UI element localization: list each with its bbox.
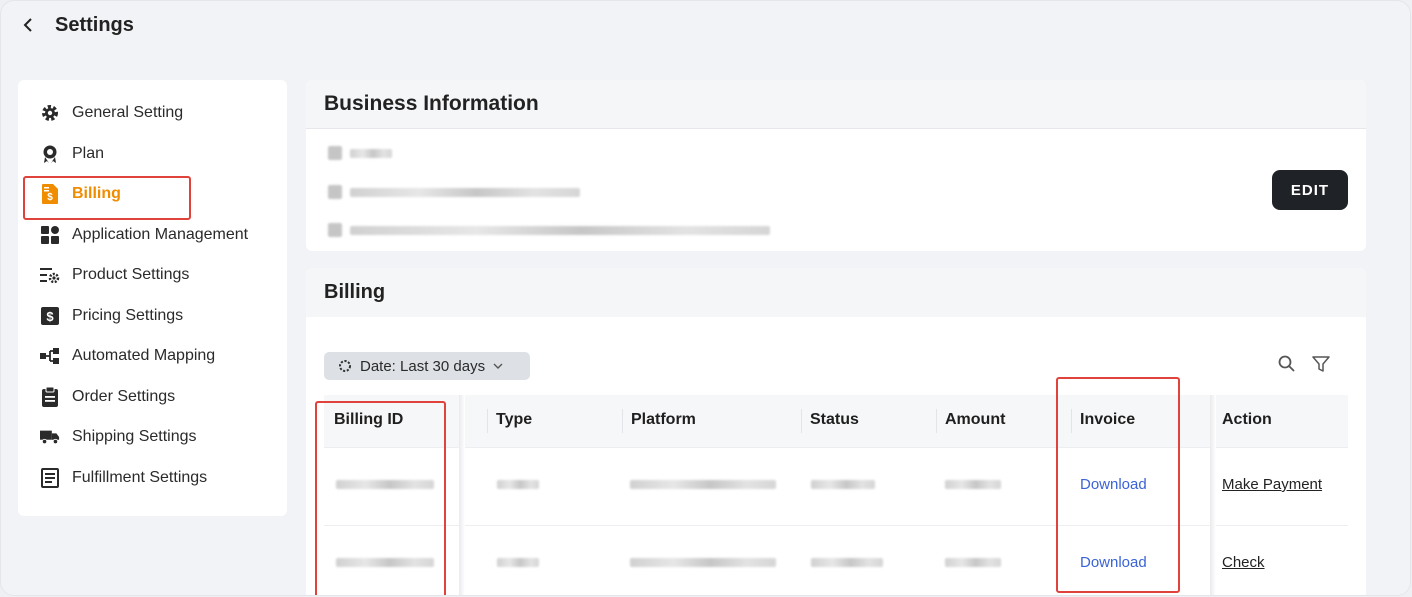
column-header-invoice: Invoice xyxy=(1080,411,1136,428)
search-button[interactable] xyxy=(1277,354,1297,374)
redacted-icon xyxy=(328,185,342,199)
sidebar-item-plan[interactable]: Plan xyxy=(40,142,104,166)
column-header-amount: Amount xyxy=(945,411,1006,428)
redacted-icon xyxy=(328,146,342,160)
search-icon xyxy=(1278,355,1295,372)
page-title: Settings xyxy=(55,13,134,36)
billing-title: Billing xyxy=(306,268,1366,317)
sidebar-item-order-settings[interactable]: Order Settings xyxy=(40,385,175,409)
sticky-column-shadow xyxy=(1210,395,1216,595)
sidebar-item-label: Plan xyxy=(72,145,105,162)
sticky-column-shadow xyxy=(459,395,465,595)
gear-icon xyxy=(40,103,60,123)
svg-text:$: $ xyxy=(46,309,54,324)
sidebar-item-label: Order Settings xyxy=(72,388,176,405)
sidebar-item-automated-mapping[interactable]: Automated Mapping xyxy=(40,344,215,368)
award-icon xyxy=(40,144,60,164)
redacted-icon xyxy=(328,223,342,237)
chevron-down-icon xyxy=(493,363,503,369)
redacted-text xyxy=(350,148,392,158)
sidebar-item-billing[interactable]: $ Billing xyxy=(40,182,121,206)
clipboard-icon xyxy=(40,387,60,407)
sidebar-item-label: Shipping Settings xyxy=(72,428,197,445)
svg-text:$: $ xyxy=(47,192,53,203)
make-payment-link[interactable]: Make Payment xyxy=(1222,476,1322,493)
invoice-download-link[interactable]: Download xyxy=(1080,554,1147,571)
sidebar-item-fulfillment-settings[interactable]: Fulfillment Settings xyxy=(40,466,207,490)
business-information-title: Business Information xyxy=(306,80,1366,129)
check-link[interactable]: Check xyxy=(1222,554,1265,571)
sidebar-item-label: Pricing Settings xyxy=(72,307,184,324)
settings-window: Settings General Setting Plan $ Billing xyxy=(0,0,1411,596)
redacted-text xyxy=(350,187,580,197)
business-information-card: Business Information EDIT xyxy=(306,80,1366,251)
redacted-amount xyxy=(945,480,1001,489)
filter-button[interactable] xyxy=(1311,354,1331,374)
column-header-billing-id: Billing ID xyxy=(334,411,404,428)
date-filter-chip[interactable]: Date: Last 30 days xyxy=(324,352,530,380)
sidebar-item-label: Automated Mapping xyxy=(72,347,216,364)
sidebar-item-label: Product Settings xyxy=(72,266,190,283)
redacted-amount xyxy=(945,558,1001,567)
sidebar-item-application-management[interactable]: Application Management xyxy=(40,223,248,247)
column-divider xyxy=(487,409,488,433)
sidebar-item-product-settings[interactable]: Product Settings xyxy=(40,263,189,287)
column-header-type: Type xyxy=(496,411,533,428)
filter-icon xyxy=(1312,356,1330,372)
invoice-download-link[interactable]: Download xyxy=(1080,476,1147,493)
date-filter-label: Date: Last 30 days xyxy=(360,357,486,375)
sidebar-item-label: Fulfillment Settings xyxy=(72,469,208,486)
edit-button[interactable]: EDIT xyxy=(1272,170,1348,210)
table-row: Download Check xyxy=(324,526,1348,595)
redacted-billing-id xyxy=(336,480,434,489)
sidebar-item-label: Application Management xyxy=(72,226,249,243)
column-header-platform: Platform xyxy=(631,411,696,428)
table-row: Download Make Payment xyxy=(324,448,1348,526)
invoice-dollar-icon: $ xyxy=(40,184,60,204)
column-divider xyxy=(936,409,937,433)
mapping-icon xyxy=(40,346,60,366)
billing-card: Billing Date: Last 30 days Billing ID Ty… xyxy=(306,268,1366,595)
redacted-platform xyxy=(630,558,776,567)
settings-sidebar: General Setting Plan $ Billing Applicati… xyxy=(18,80,287,516)
column-header-action: Action xyxy=(1222,411,1272,428)
column-divider xyxy=(1071,409,1072,433)
dollar-box-icon: $ xyxy=(40,306,60,326)
redacted-business-email xyxy=(328,185,580,199)
column-header-status: Status xyxy=(810,411,859,428)
column-divider xyxy=(622,409,623,433)
sidebar-item-shipping-settings[interactable]: Shipping Settings xyxy=(40,425,197,449)
redacted-type xyxy=(497,480,539,489)
sidebar-item-label: General Setting xyxy=(72,104,184,121)
sidebar-item-label: Billing xyxy=(72,185,121,202)
sidebar-item-general-setting[interactable]: General Setting xyxy=(40,101,183,125)
document-list-icon xyxy=(40,468,60,488)
redacted-text xyxy=(350,225,770,235)
apps-grid-icon xyxy=(40,225,60,245)
truck-icon xyxy=(40,427,60,447)
sidebar-item-pricing-settings[interactable]: $ Pricing Settings xyxy=(40,304,183,328)
redacted-type xyxy=(497,558,539,567)
redacted-billing-id xyxy=(336,558,434,567)
redacted-business-name xyxy=(328,146,392,160)
redacted-status xyxy=(811,558,883,567)
column-divider xyxy=(801,409,802,433)
redacted-business-address xyxy=(328,223,770,237)
redacted-status xyxy=(811,480,875,489)
list-gear-icon xyxy=(40,265,60,285)
redacted-platform xyxy=(630,480,776,489)
back-button[interactable] xyxy=(19,13,37,37)
top-bar: Settings xyxy=(19,13,134,37)
chevron-left-icon xyxy=(23,18,32,32)
billing-table-header: Billing ID Type Platform Status Amount I… xyxy=(324,395,1348,448)
loading-dots-icon xyxy=(339,360,351,372)
